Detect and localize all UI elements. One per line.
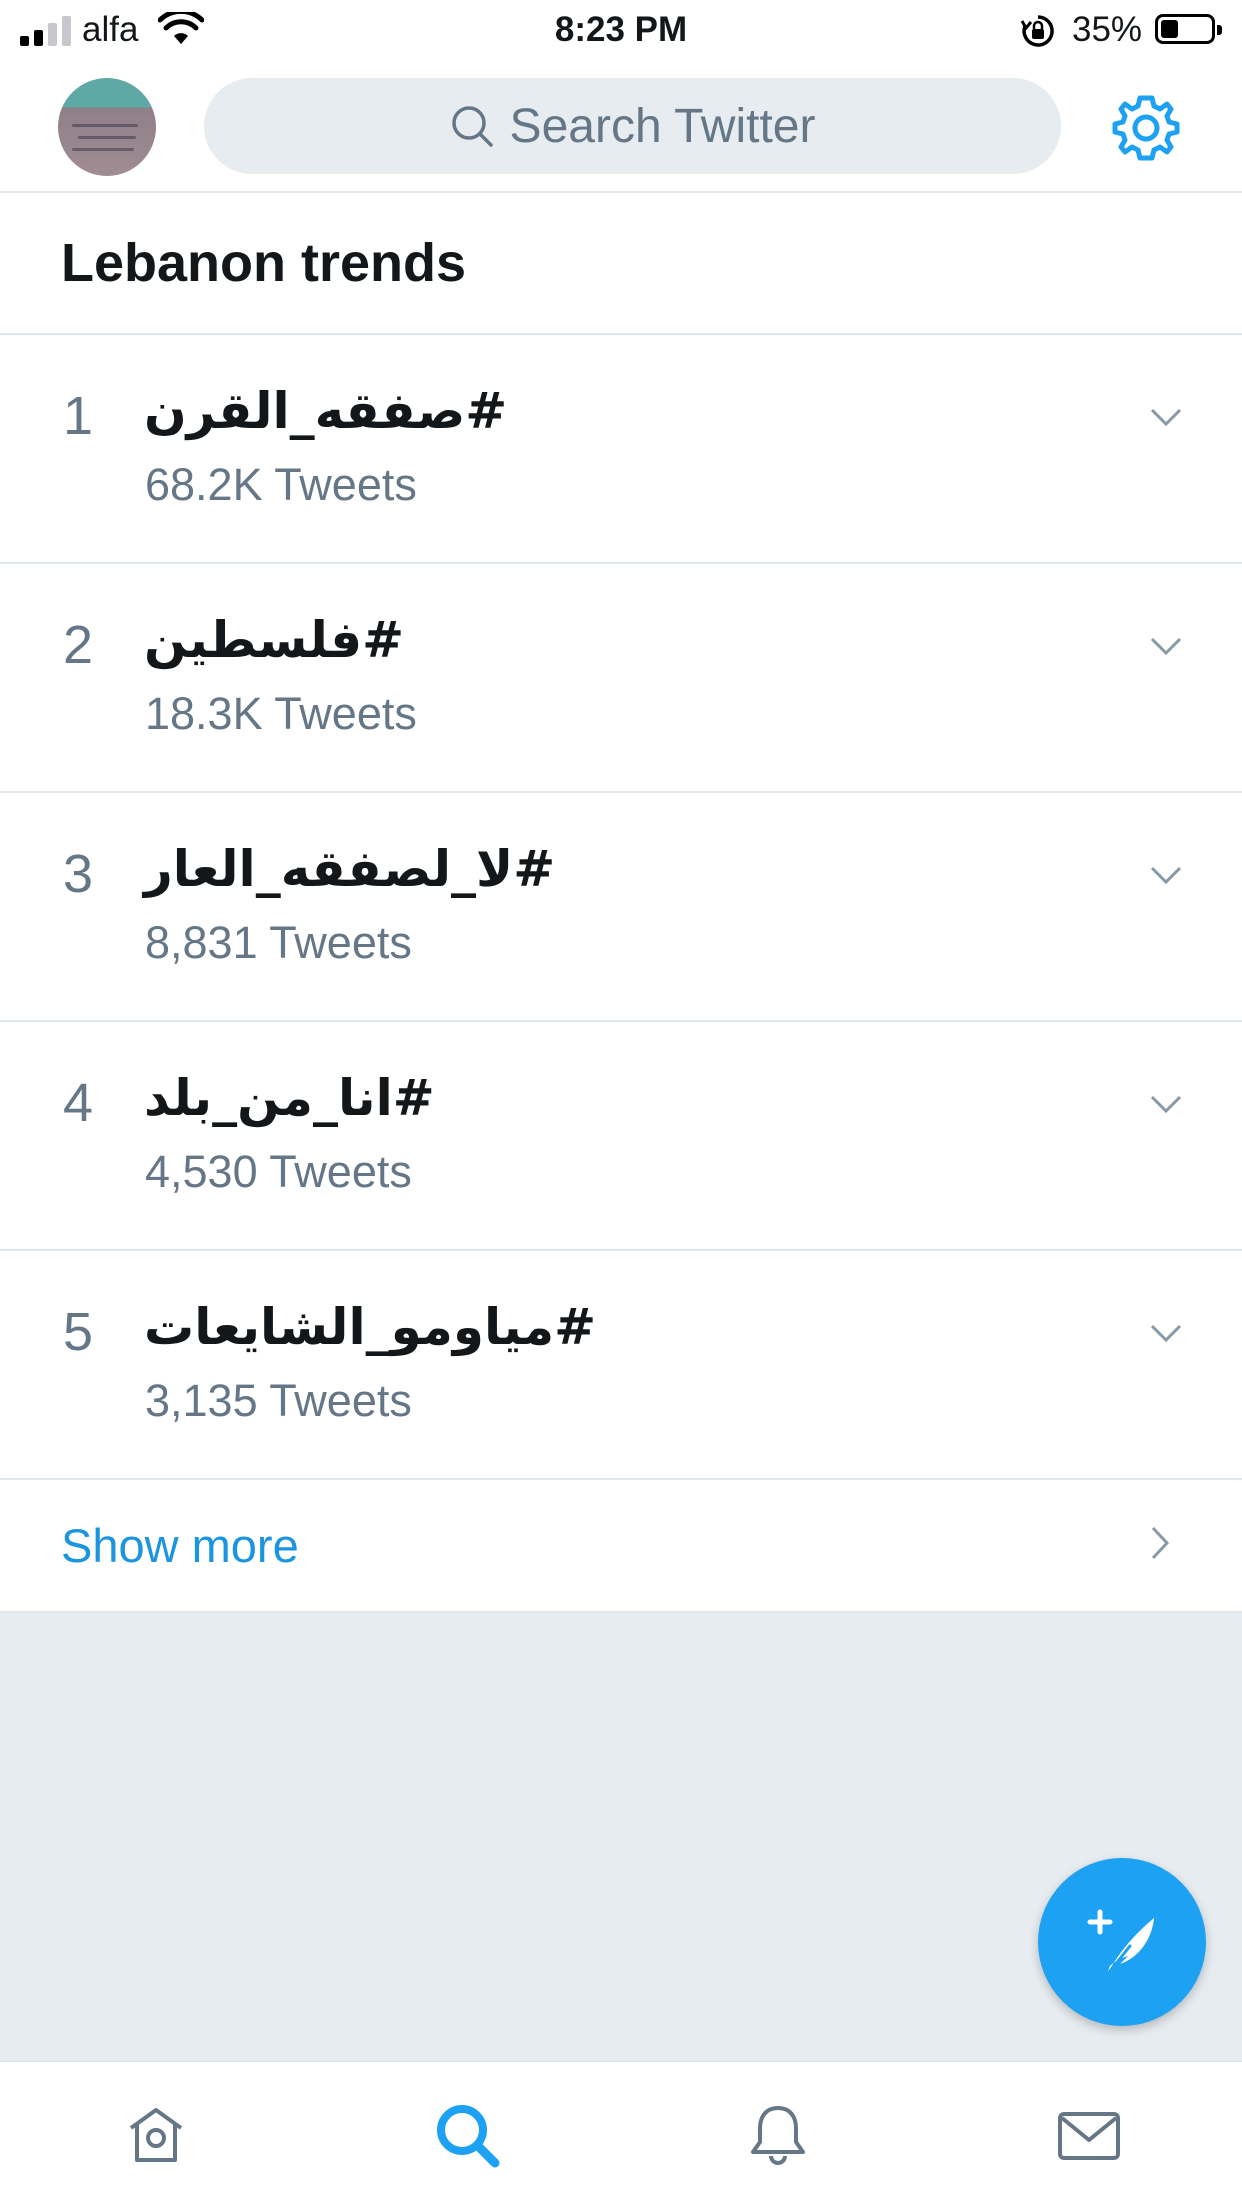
chevron-down-icon[interactable]: [1150, 1094, 1182, 1114]
chevron-down-icon[interactable]: [1150, 1323, 1182, 1343]
chevron-down-icon[interactable]: [1150, 407, 1182, 427]
messages-icon[interactable]: [1054, 2100, 1124, 2170]
status-bar: alfa 8:23 PM 35%: [0, 0, 1242, 62]
chevron-down-icon[interactable]: [1150, 636, 1182, 656]
trend-hashtag[interactable]: #انا_من_بلد: [144, 1066, 435, 1130]
trend-item-2[interactable]: 2 #فلسطين 18.3K Tweets: [0, 564, 1242, 793]
chevron-down-icon[interactable]: [1150, 865, 1182, 885]
trend-rank: 1: [62, 386, 94, 446]
trend-hashtag[interactable]: #مياومو_الشايعات: [144, 1295, 596, 1359]
compose-feather-icon: [1087, 1909, 1154, 1978]
chevron-right-icon: [1151, 1526, 1170, 1560]
trend-item-1[interactable]: 1 #صفقه_القرن 68.2K Tweets: [0, 335, 1242, 564]
trend-rank: 2: [62, 615, 94, 675]
trends-title: Lebanon trends: [0, 193, 1242, 335]
trend-item-5[interactable]: 5 #مياومو_الشايعات 3,135 Tweets: [0, 1251, 1242, 1480]
trend-tweet-count: 3,135 Tweets: [145, 1375, 412, 1426]
search-icon: [451, 106, 493, 147]
trend-rank: 5: [62, 1302, 94, 1362]
gear-icon[interactable]: [1110, 92, 1182, 164]
battery-percent: 35%: [1072, 10, 1143, 49]
trend-rank: 3: [62, 844, 94, 904]
search-icon[interactable]: [432, 2100, 502, 2170]
home-icon[interactable]: [121, 2100, 191, 2170]
trend-rank: 4: [62, 1073, 94, 1133]
trend-hashtag[interactable]: #صفقه_القرن: [144, 379, 507, 443]
trends-section: Lebanon trends 1 #صفقه_القرن 68.2K Tweet…: [0, 193, 1242, 1613]
show-more-row[interactable]: Show more: [0, 1480, 1242, 1613]
battery-icon: [1155, 14, 1222, 44]
trend-item-4[interactable]: 4 #انا_من_بلد 4,530 Tweets: [0, 1022, 1242, 1251]
search-bar[interactable]: Search Twitter: [204, 78, 1061, 174]
tab-bar: [0, 2060, 1242, 2208]
notifications-icon[interactable]: [743, 2100, 813, 2170]
search-placeholder: Search Twitter: [509, 99, 816, 153]
trend-tweet-count: 8,831 Tweets: [145, 917, 412, 968]
trend-tweet-count: 68.2K Tweets: [145, 459, 417, 510]
trend-hashtag[interactable]: #لا_لصفقه_العار: [144, 837, 555, 901]
rotation-lock-icon: [1020, 15, 1054, 47]
compose-tweet-button[interactable]: [1038, 1858, 1206, 2026]
trend-tweet-count: 4,530 Tweets: [145, 1146, 412, 1197]
top-bar: Search Twitter: [0, 62, 1242, 193]
avatar[interactable]: [58, 78, 156, 176]
trend-item-3[interactable]: 3 #لا_لصفقه_العار 8,831 Tweets: [0, 793, 1242, 1022]
trend-hashtag[interactable]: #فلسطين: [144, 608, 404, 672]
show-more-link[interactable]: Show more: [61, 1518, 299, 1574]
trend-tweet-count: 18.3K Tweets: [145, 688, 417, 739]
